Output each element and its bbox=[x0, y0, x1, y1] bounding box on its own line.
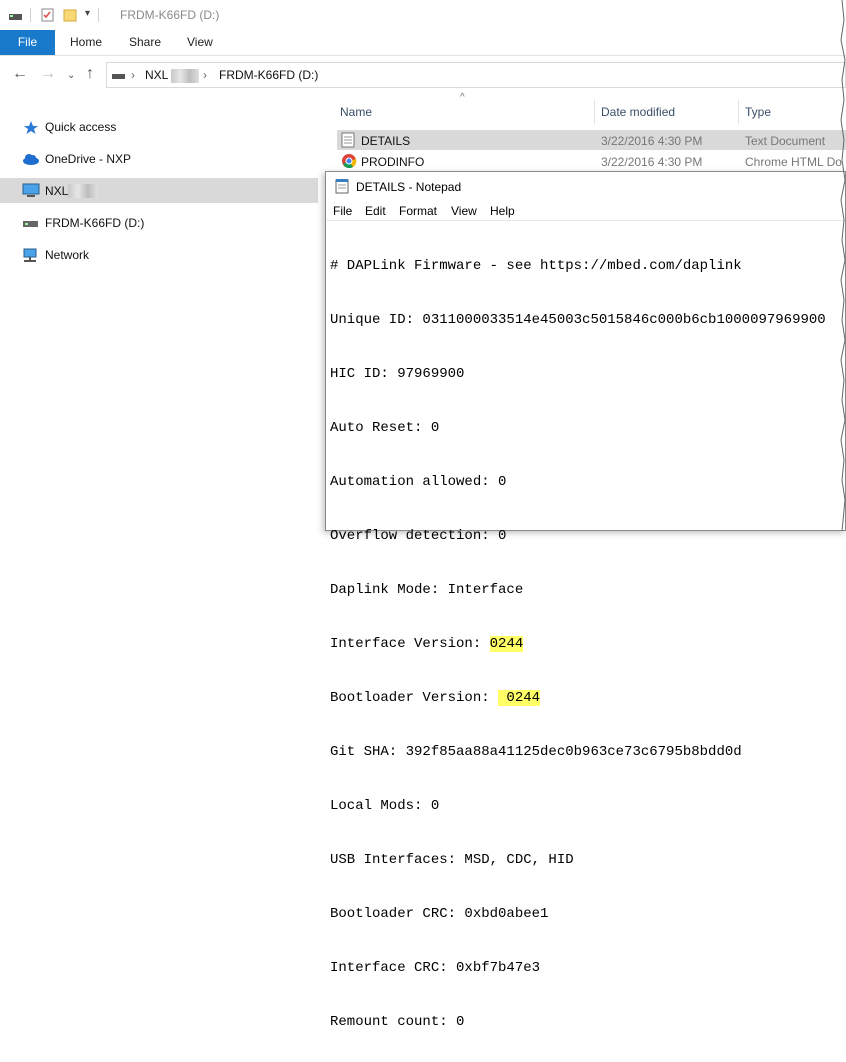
notepad-window: DETAILS - Notepad File Edit Format View … bbox=[325, 171, 846, 1030]
back-arrow-icon[interactable]: ← bbox=[12, 66, 28, 82]
file-name: DETAILS bbox=[361, 134, 411, 148]
computer-icon bbox=[22, 183, 40, 197]
text-line: USB Interfaces: MSD, CDC, HID bbox=[330, 852, 574, 868]
file-type: Text Document bbox=[745, 134, 826, 148]
bootloader-version-label: Bootloader Version: bbox=[330, 690, 499, 706]
cloud-icon bbox=[23, 154, 39, 165]
breadcrumb-separator-icon[interactable]: › bbox=[203, 68, 207, 82]
file-type: Chrome HTML Do bbox=[745, 155, 842, 169]
column-divider[interactable] bbox=[738, 100, 739, 124]
sidebar-item-drive[interactable]: FRDM-K66FD (D:) bbox=[0, 212, 318, 234]
redacted-name bbox=[68, 184, 98, 198]
divider bbox=[98, 8, 99, 22]
tab-file[interactable]: File bbox=[0, 30, 55, 55]
text-line: Bootloader Version: 0244 bbox=[330, 689, 826, 707]
breadcrumb-nxl[interactable]: NXL bbox=[145, 68, 168, 82]
new-folder-icon[interactable] bbox=[62, 7, 78, 23]
file-name: PRODINFO bbox=[361, 155, 425, 169]
interface-version-highlight: 0244 bbox=[489, 636, 524, 652]
ribbon-tabs: File Home Share View bbox=[0, 30, 846, 56]
tab-view[interactable]: View bbox=[187, 30, 213, 55]
sidebar-item-label: FRDM-K66FD (D:) bbox=[45, 216, 145, 230]
text-line: Interface CRC: 0xbf7b47e3 bbox=[330, 960, 541, 976]
torn-edge bbox=[840, 0, 846, 531]
window-title: FRDM-K66FD (D:) bbox=[120, 8, 220, 22]
column-divider[interactable] bbox=[594, 100, 595, 124]
breadcrumb-drive[interactable]: FRDM-K66FD (D:) bbox=[219, 68, 318, 82]
breadcrumb-separator-icon[interactable]: › bbox=[131, 68, 135, 82]
file-date: 3/22/2016 4:30 PM bbox=[601, 134, 703, 148]
star-icon bbox=[24, 121, 38, 134]
text-line: Interface Version: 0244 bbox=[330, 635, 826, 653]
navigation-pane: Quick access OneDrive - NXP NXL FRDM-K66… bbox=[0, 94, 326, 531]
address-bar[interactable]: › NXL › FRDM-K66FD (D:) bbox=[106, 62, 846, 88]
text-line: HIC ID: 97969900 bbox=[330, 366, 465, 382]
properties-icon[interactable] bbox=[40, 7, 56, 23]
column-header-date-modified[interactable]: Date modified bbox=[601, 105, 675, 119]
sidebar-item-network[interactable]: Network bbox=[0, 244, 318, 266]
sidebar-item-label: OneDrive - NXP bbox=[45, 152, 132, 166]
menu-view[interactable]: View bbox=[451, 204, 477, 218]
notepad-title: DETAILS - Notepad bbox=[356, 180, 462, 194]
sort-ascending-icon: ^ bbox=[460, 92, 465, 103]
menu-edit[interactable]: Edit bbox=[365, 204, 386, 218]
column-header-name[interactable]: Name bbox=[340, 105, 372, 119]
notepad-text-area[interactable]: # DAPLink Firmware - see https://mbed.co… bbox=[330, 221, 826, 1062]
menu-help[interactable]: Help bbox=[490, 204, 515, 218]
notepad-title-bar[interactable]: DETAILS - Notepad bbox=[326, 172, 845, 199]
up-arrow-icon[interactable]: ↑ bbox=[86, 66, 94, 82]
divider bbox=[30, 8, 31, 22]
text-file-icon bbox=[341, 132, 355, 148]
menu-file[interactable]: File bbox=[333, 204, 352, 218]
customize-quick-access-icon[interactable]: ▾ bbox=[85, 8, 90, 19]
tab-share[interactable]: Share bbox=[129, 30, 161, 55]
file-date: 3/22/2016 4:30 PM bbox=[601, 155, 703, 169]
sidebar-item-label: NXL bbox=[45, 184, 69, 198]
sidebar-item-label: Quick access bbox=[45, 120, 117, 134]
text-line: Unique ID: 0311000033514e45003c5015846c0… bbox=[330, 312, 826, 328]
column-header-type[interactable]: Type bbox=[745, 105, 771, 119]
recent-locations-chevron-icon[interactable]: ⌄ bbox=[67, 68, 75, 84]
title-bar: ▾ FRDM-K66FD (D:) bbox=[0, 0, 846, 30]
bootloader-version-highlight: 0244 bbox=[498, 690, 541, 706]
this-pc-icon bbox=[112, 74, 125, 79]
sidebar-item-label: Network bbox=[45, 248, 90, 262]
sidebar-item-quick-access[interactable]: Quick access bbox=[0, 116, 318, 138]
file-row-details[interactable]: DETAILS 3/22/2016 4:30 PM Text Document bbox=[337, 130, 846, 150]
address-row: ← → ⌄ ↑ › NXL › FRDM-K66FD (D:) bbox=[0, 56, 846, 94]
notepad-menu-bar: File Edit Format View Help bbox=[326, 202, 845, 221]
text-line: Daplink Mode: Interface bbox=[330, 582, 524, 598]
notepad-icon bbox=[335, 179, 349, 194]
text-line: # DAPLink Firmware - see https://mbed.co… bbox=[330, 258, 742, 274]
drive-icon bbox=[23, 221, 38, 227]
drive-icon[interactable] bbox=[8, 7, 24, 23]
tab-home[interactable]: Home bbox=[70, 30, 102, 55]
text-line: Local Mods: 0 bbox=[330, 798, 440, 814]
sidebar-item-onedrive[interactable]: OneDrive - NXP bbox=[0, 148, 318, 170]
text-line: Bootloader CRC: 0xbd0abee1 bbox=[330, 906, 549, 922]
interface-version-label: Interface Version: bbox=[330, 636, 490, 652]
redacted-name bbox=[171, 69, 199, 83]
chrome-icon bbox=[342, 154, 357, 169]
text-line: Overflow detection: 0 bbox=[330, 528, 507, 544]
menu-format[interactable]: Format bbox=[399, 204, 437, 218]
text-line: Git SHA: 392f85aa88a41125dec0b963ce73c67… bbox=[330, 744, 742, 760]
file-row-prodinfo[interactable]: PRODINFO 3/22/2016 4:30 PM Chrome HTML D… bbox=[337, 151, 846, 171]
text-line: Auto Reset: 0 bbox=[330, 420, 440, 436]
text-line: Remount count: 0 bbox=[330, 1014, 465, 1030]
sidebar-item-this-pc[interactable]: NXL bbox=[0, 178, 318, 203]
text-line: Automation allowed: 0 bbox=[330, 474, 507, 490]
network-icon bbox=[23, 248, 37, 262]
forward-arrow-icon[interactable]: → bbox=[40, 66, 56, 82]
